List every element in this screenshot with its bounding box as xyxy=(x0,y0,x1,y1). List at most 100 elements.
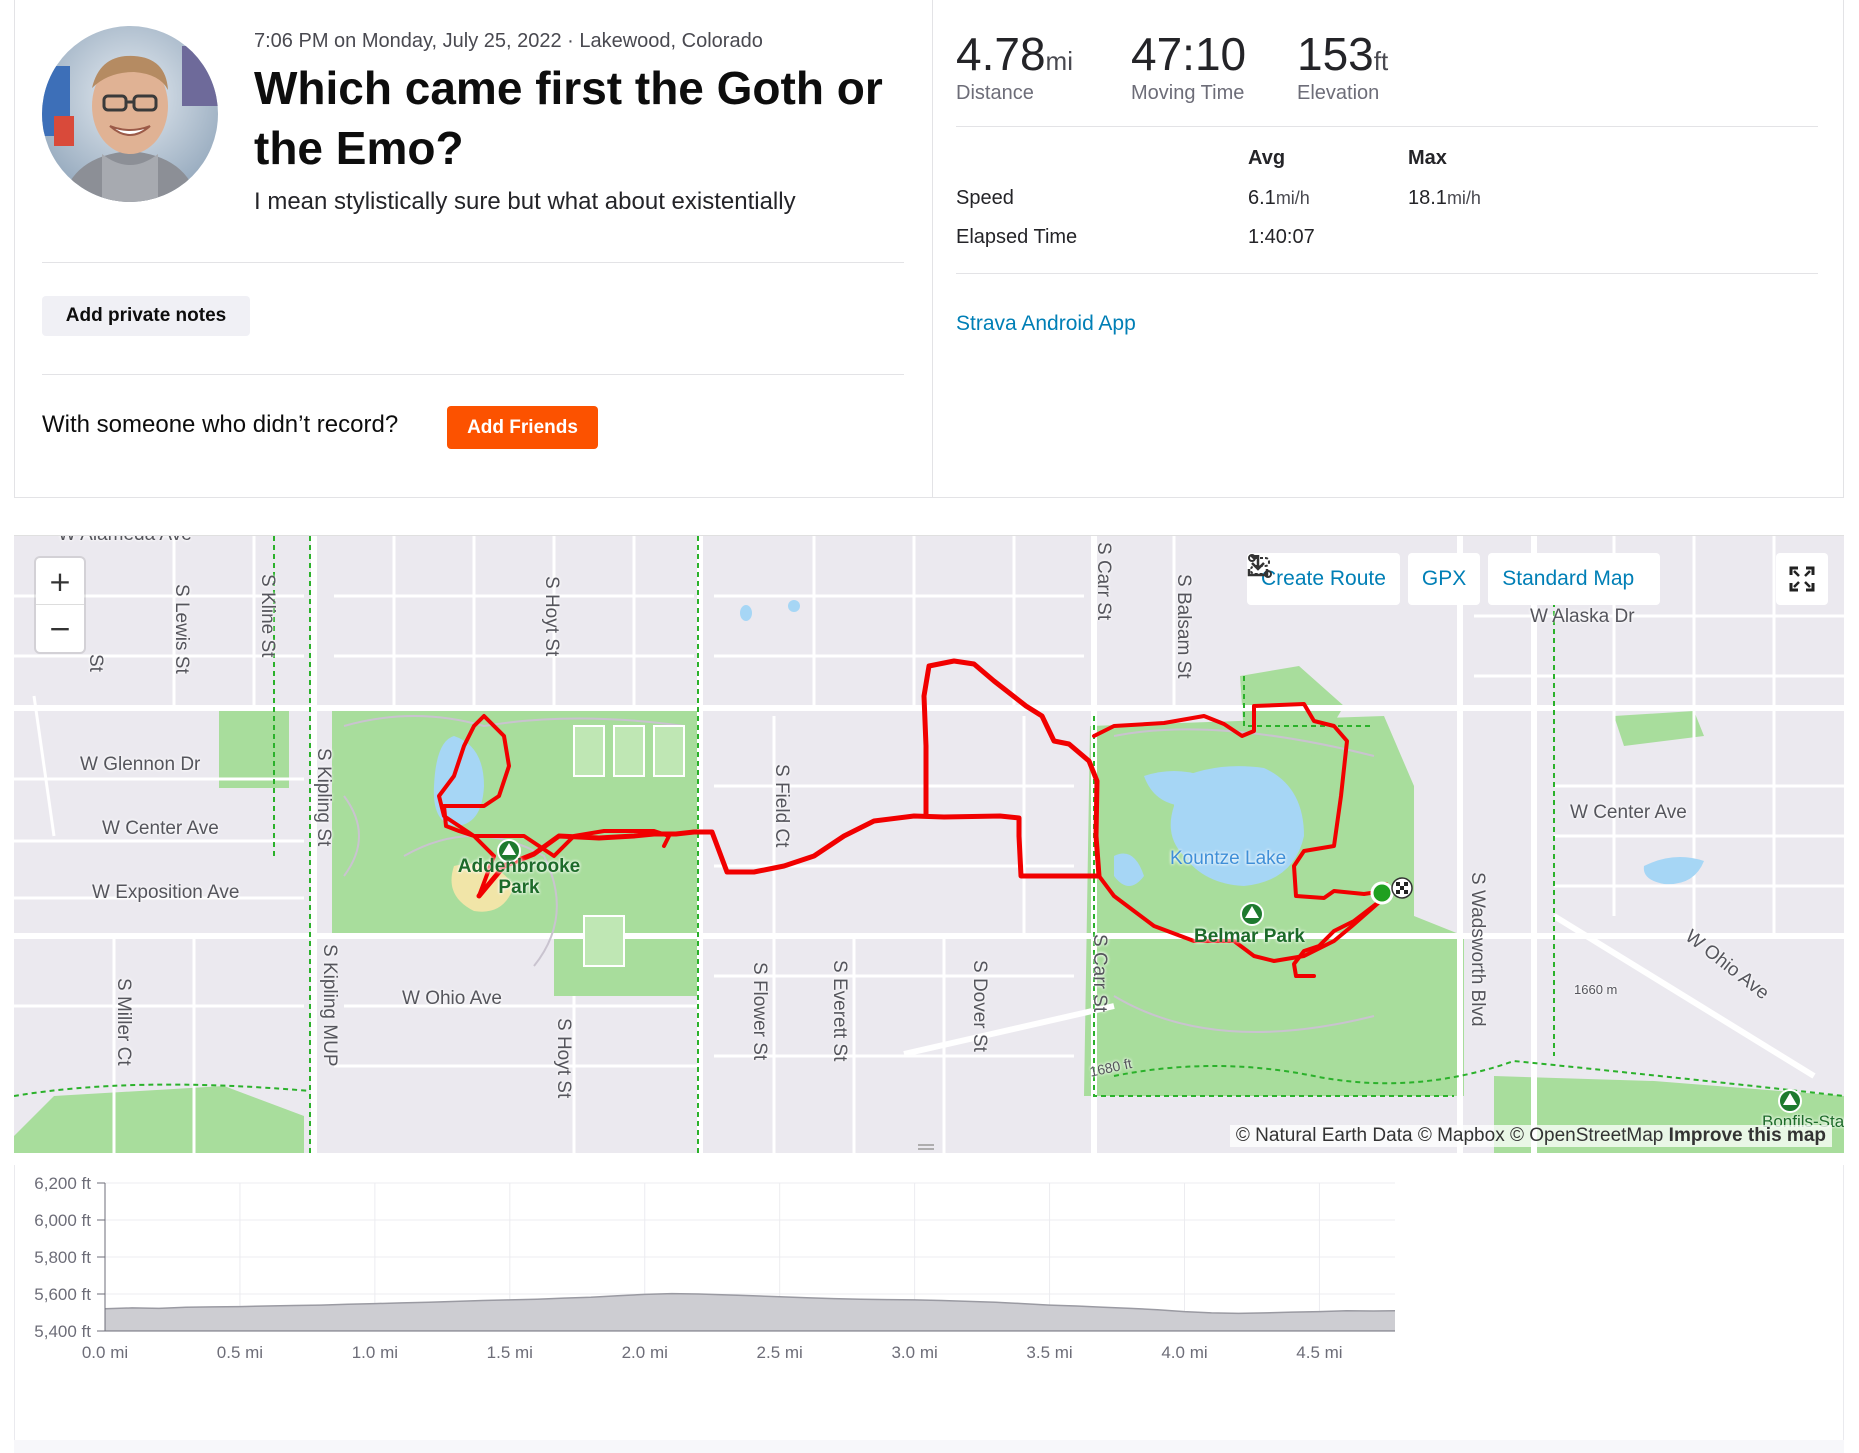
stat-moving-time-value: 47:10 xyxy=(1131,28,1247,80)
device-link[interactable]: Strava Android App xyxy=(956,312,1136,336)
y-tick-label: 5,800 ft xyxy=(34,1248,91,1267)
stat-moving-time-label: Moving Time xyxy=(1131,82,1245,104)
map-label-kountze-lake: Kountze Lake xyxy=(1170,848,1287,869)
map-toolbar: Create Route GPX Standard Map xyxy=(1247,553,1661,605)
map-label: W Ohio Ave xyxy=(402,988,502,1009)
map-label: S Hoyt St xyxy=(541,576,562,657)
y-tick-label: 5,600 ft xyxy=(34,1285,91,1304)
park-mid-left xyxy=(219,708,289,788)
stat-distance: 4.78mi Distance xyxy=(956,26,1073,105)
map-label-contour: 1660 m xyxy=(1574,982,1618,997)
map-label: S Carr St xyxy=(1089,934,1110,1013)
speed-unit: mi/h xyxy=(1275,188,1310,208)
x-tick-label: 1.5 mi xyxy=(487,1343,533,1362)
x-tick-label: 3.5 mi xyxy=(1026,1343,1072,1362)
stat-distance-unit: mi xyxy=(1045,46,1073,76)
x-tick-label: 0.0 mi xyxy=(82,1343,128,1362)
map-label: S Dover St xyxy=(969,960,990,1052)
map-label: W Alameda Ave xyxy=(58,536,192,546)
chevron-down-icon xyxy=(1249,555,1259,560)
x-tick-label: 0.5 mi xyxy=(217,1343,263,1362)
map-label: W Center Ave xyxy=(1570,802,1687,823)
trails xyxy=(14,536,1844,1153)
speed-max-value: 18.1 xyxy=(1408,187,1447,209)
map-label: S Balsam St xyxy=(1173,574,1194,679)
map-label-addenbrooke-park: Addenbrooke Park xyxy=(457,856,581,898)
add-private-notes-button[interactable]: Add private notes xyxy=(42,296,250,336)
major-streets xyxy=(14,536,1844,1153)
map-canvas xyxy=(14,536,1844,1153)
map-label: S Kipling St xyxy=(313,748,334,847)
map-label: St xyxy=(85,654,106,672)
create-route-label: Create Route xyxy=(1261,567,1386,590)
col-max-header: Max xyxy=(1408,147,1447,169)
stat-elevation-unit: ft xyxy=(1373,46,1389,76)
start-marker xyxy=(1370,881,1394,905)
x-tick-label: 4.5 mi xyxy=(1296,1343,1342,1362)
map-label: S Everett St xyxy=(829,960,850,1062)
zoom-control: + − xyxy=(36,558,84,652)
map-label: W Exposition Ave xyxy=(92,882,240,903)
stat-elevation: 153ft Elevation xyxy=(1297,26,1388,105)
x-tick-label: 2.0 mi xyxy=(622,1343,668,1362)
gpx-download-button[interactable]: GPX xyxy=(1247,553,1481,605)
speed-avg-value: 6.1 xyxy=(1248,187,1276,209)
stat-distance-label: Distance xyxy=(956,82,1034,104)
belmar-park-area xyxy=(1084,716,1464,1096)
zoom-out-button[interactable]: − xyxy=(36,605,84,652)
elapsed-time-label: Elapsed Time xyxy=(956,226,1078,248)
avatar[interactable] xyxy=(42,26,218,202)
pond-small-1 xyxy=(740,605,752,621)
stat-moving-time: 47:10 Moving Time xyxy=(1131,26,1246,105)
zoom-in-button[interactable]: + xyxy=(36,558,84,605)
elevation-chart-canvas: 5,400 ft 5,600 ft 5,800 ft 6,000 ft 6,200 ft… xyxy=(34,1174,1396,1362)
map-type-select[interactable]: Standard Map xyxy=(1249,553,1661,605)
chart-footer xyxy=(14,1440,1844,1453)
activity-description: I mean stylistically sure but what about… xyxy=(254,188,796,215)
x-tick-label: 3.0 mi xyxy=(891,1343,937,1362)
add-friends-button[interactable]: Add Friends xyxy=(447,406,598,449)
minor-streets xyxy=(14,536,1844,1153)
map-label: S Miller Ct xyxy=(113,978,134,1066)
resize-handle-icon[interactable] xyxy=(916,1142,936,1152)
elevation-chart[interactable]: 5,400 ft 5,600 ft 5,800 ft 6,000 ft 6,200 ft… xyxy=(14,1165,1844,1445)
belmar-park-icon xyxy=(1240,902,1264,926)
divider xyxy=(956,126,1818,127)
col-avg-header: Avg xyxy=(1248,147,1286,169)
y-tick-label: 6,200 ft xyxy=(34,1174,91,1193)
x-tick-label: 1.0 mi xyxy=(352,1343,398,1362)
create-route-button[interactable]: Create Route xyxy=(1247,553,1400,605)
speed-label: Speed xyxy=(956,187,1014,209)
speed-max: 18.1mi/h xyxy=(1408,187,1481,210)
improve-map-link[interactable]: Improve this map xyxy=(1669,1125,1826,1146)
fullscreen-button[interactable] xyxy=(1776,553,1828,605)
map-label: S Lewis St xyxy=(171,584,192,674)
park-left xyxy=(14,1086,304,1153)
map-label: W Glennon Dr xyxy=(80,754,201,775)
map-label: S Carr St xyxy=(1093,542,1114,621)
x-tick-label: 4.0 mi xyxy=(1161,1343,1207,1362)
map-label: W Center Ave xyxy=(102,818,219,839)
divider xyxy=(42,262,904,263)
map-label: S Wadsworth Blvd xyxy=(1467,872,1488,1027)
attribution-text: © Natural Earth Data © Mapbox © OpenStre… xyxy=(1235,1125,1664,1146)
map-label: S Hoyt St xyxy=(553,1018,574,1099)
panel-divider xyxy=(932,0,933,498)
activity-title: Which came first the Goth or the Emo? xyxy=(254,62,883,174)
stat-distance-value: 4.78 xyxy=(956,28,1046,80)
map-label: S Kline St xyxy=(257,574,278,658)
map-label: S Kipling MUP xyxy=(319,944,340,1067)
bonfils-park-icon xyxy=(1778,1089,1802,1113)
map-label-belmar-park: Belmar Park xyxy=(1194,926,1305,947)
divider xyxy=(956,273,1818,274)
route-map[interactable]: W Alameda Ave S Lewis St S Kline St St S… xyxy=(14,535,1844,1153)
speed-unit: mi/h xyxy=(1446,188,1481,208)
x-tick-label: 2.5 mi xyxy=(757,1343,803,1362)
divider xyxy=(42,374,904,375)
map-label: S Flower St xyxy=(749,962,770,1061)
map-label: W Alaska Dr xyxy=(1530,606,1635,627)
elapsed-time-value: 1:40:07 xyxy=(1248,226,1315,248)
y-tick-label: 5,400 ft xyxy=(34,1322,91,1341)
map-type-label: Standard Map xyxy=(1502,567,1635,590)
speed-avg: 6.1mi/h xyxy=(1248,187,1310,210)
